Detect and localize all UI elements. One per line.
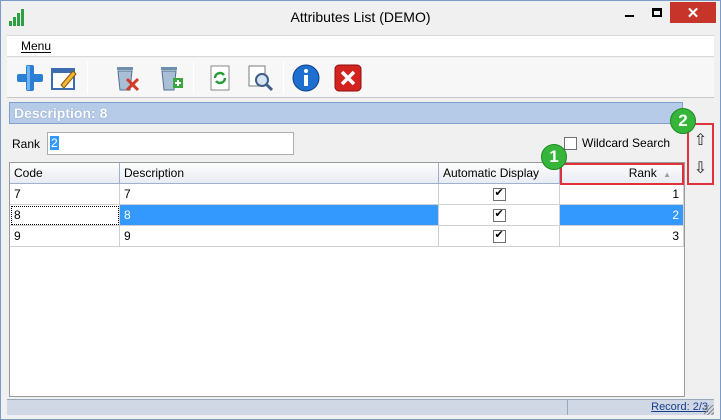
rank-order-buttons: ⇧ ⇩ [687, 123, 714, 185]
column-header-code[interactable]: Code [10, 163, 120, 184]
cell-description[interactable]: 9 [120, 226, 439, 247]
refresh-button[interactable] [203, 61, 237, 95]
callout-badge-2: 2 [670, 108, 696, 134]
attributes-grid: Code Description Automatic Display Rank … [9, 162, 685, 397]
add-icon [17, 65, 43, 91]
toolbar-separator [193, 62, 194, 94]
rank-input-value: 2 [50, 136, 59, 150]
automatic-display-checkbox[interactable] [492, 186, 506, 201]
close-button[interactable] [331, 61, 365, 95]
maximize-button[interactable] [643, 2, 670, 23]
delete-button[interactable] [109, 61, 143, 95]
cell-rank[interactable]: 1 [560, 184, 684, 205]
minimize-button[interactable] [616, 2, 643, 23]
cell-rank[interactable]: 2 [560, 205, 684, 226]
menu-bar: Menu [7, 35, 714, 57]
copy-add-icon [161, 67, 183, 91]
rank-label: Rank [12, 137, 41, 151]
info-button[interactable] [289, 61, 323, 95]
description-header: Description: 8 [9, 102, 683, 124]
title-bar: Attributes List (DEMO) ✕ [1, 1, 720, 33]
table-row[interactable]: 9 9 3 [10, 226, 684, 247]
add-button[interactable] [13, 61, 47, 95]
edit-button[interactable] [47, 61, 81, 95]
app-window: Attributes List (DEMO) ✕ Menu Descriptio… [0, 0, 721, 420]
window-title: Attributes List (DEMO) [290, 9, 431, 25]
refresh-icon [210, 65, 230, 91]
callout-badge-1: 1 [541, 144, 567, 170]
cell-code[interactable]: 8 [10, 205, 120, 226]
minimize-icon [625, 14, 634, 17]
print-preview-button[interactable] [243, 61, 277, 95]
rank-column-highlight [560, 163, 684, 185]
column-header-description[interactable]: Description [120, 163, 439, 184]
toolbar-separator [283, 62, 284, 94]
close-icon [334, 64, 362, 92]
menu-item-menu[interactable]: Menu [21, 39, 51, 53]
table-row[interactable]: 7 7 1 [10, 184, 684, 205]
record-indicator[interactable]: Record: 2/3 [651, 401, 708, 413]
move-up-button[interactable]: ⇧ [691, 128, 710, 152]
cell-code[interactable]: 9 [10, 226, 120, 247]
arrow-up-icon: ⇧ [693, 132, 708, 149]
cell-rank[interactable]: 3 [560, 226, 684, 247]
copy-add-button[interactable] [153, 61, 187, 95]
delete-icon [117, 67, 140, 92]
maximize-icon [651, 8, 662, 17]
close-window-button[interactable]: ✕ [670, 2, 716, 23]
table-row-selected[interactable]: 8 8 2 [10, 205, 684, 226]
edit-icon [51, 68, 77, 90]
cell-code[interactable]: 7 [10, 184, 120, 205]
rank-input[interactable]: 2 [47, 132, 294, 155]
cell-automatic-display[interactable] [439, 184, 560, 205]
cell-description[interactable]: 8 [120, 205, 439, 226]
arrow-down-icon: ⇩ [693, 160, 708, 177]
wildcard-search-label: Wildcard Search [582, 136, 671, 150]
toolbar-separator [87, 62, 88, 94]
status-bar: Record: 2/3 [7, 399, 714, 415]
column-header-automatic-display[interactable]: Automatic Display [439, 163, 560, 184]
automatic-display-checkbox[interactable] [492, 228, 506, 243]
wildcard-search-checkbox[interactable]: Wildcard Search [564, 136, 670, 150]
cell-automatic-display[interactable] [439, 226, 560, 247]
status-divider [567, 400, 568, 415]
move-down-button[interactable]: ⇩ [691, 156, 710, 180]
info-icon [292, 64, 320, 92]
close-x-icon: ✕ [686, 4, 700, 22]
print-preview-icon [248, 65, 274, 92]
cell-automatic-display[interactable] [439, 205, 560, 226]
resize-grip-icon[interactable] [704, 405, 714, 415]
cell-description[interactable]: 7 [120, 184, 439, 205]
automatic-display-checkbox[interactable] [492, 207, 506, 222]
wildcard-checkbox-box[interactable] [564, 136, 577, 150]
toolbar [7, 58, 714, 98]
